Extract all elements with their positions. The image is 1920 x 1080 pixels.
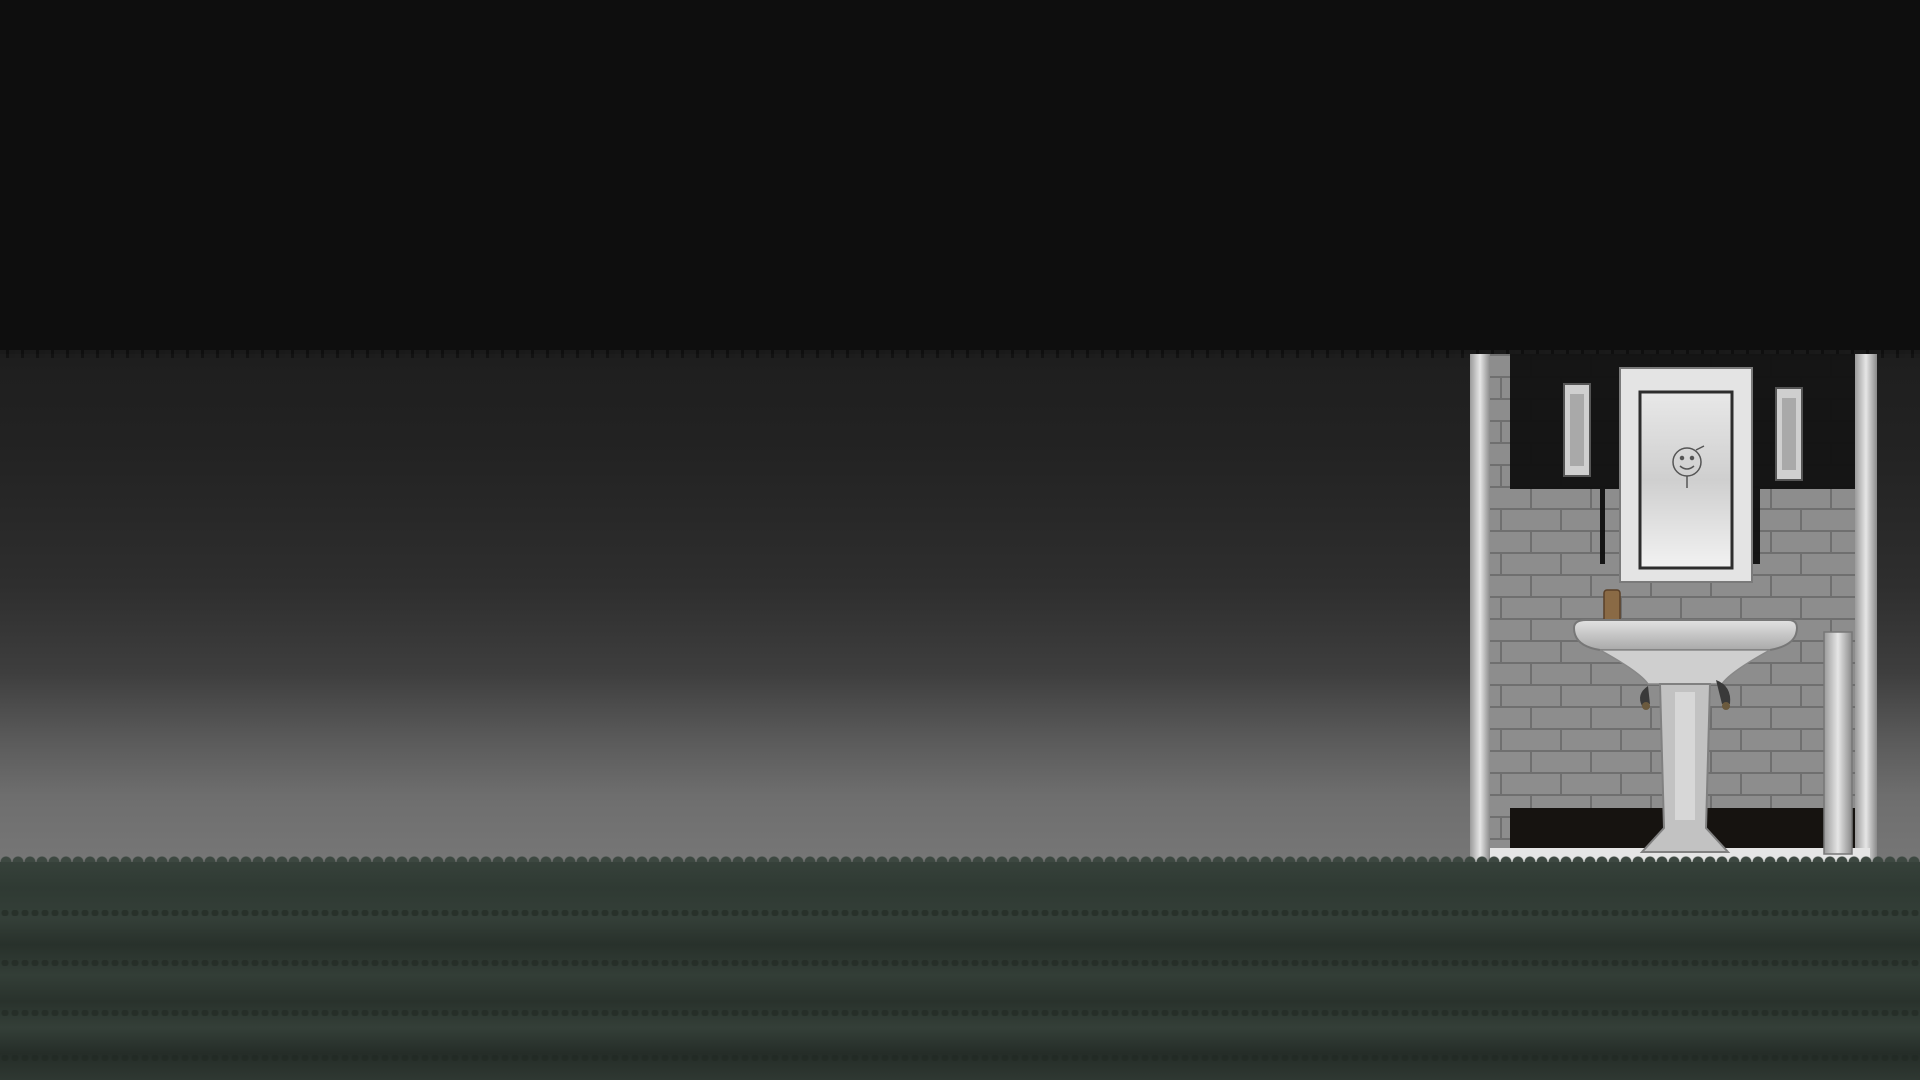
pipe (1823, 631, 1853, 855)
soap-bottle (1603, 589, 1621, 623)
ground-texture (0, 910, 1920, 916)
ground-texture (0, 1055, 1920, 1061)
mossy-ground (0, 862, 1920, 1080)
ground-texture (0, 960, 1920, 966)
wall-lamp-left (1563, 383, 1591, 477)
dark-sky (0, 0, 1920, 356)
game-scene (0, 0, 1920, 1080)
bathroom-wall (1470, 354, 1877, 868)
ground-texture (0, 1010, 1920, 1016)
mirror (1619, 367, 1753, 583)
wall-lamp-right (1775, 387, 1803, 481)
